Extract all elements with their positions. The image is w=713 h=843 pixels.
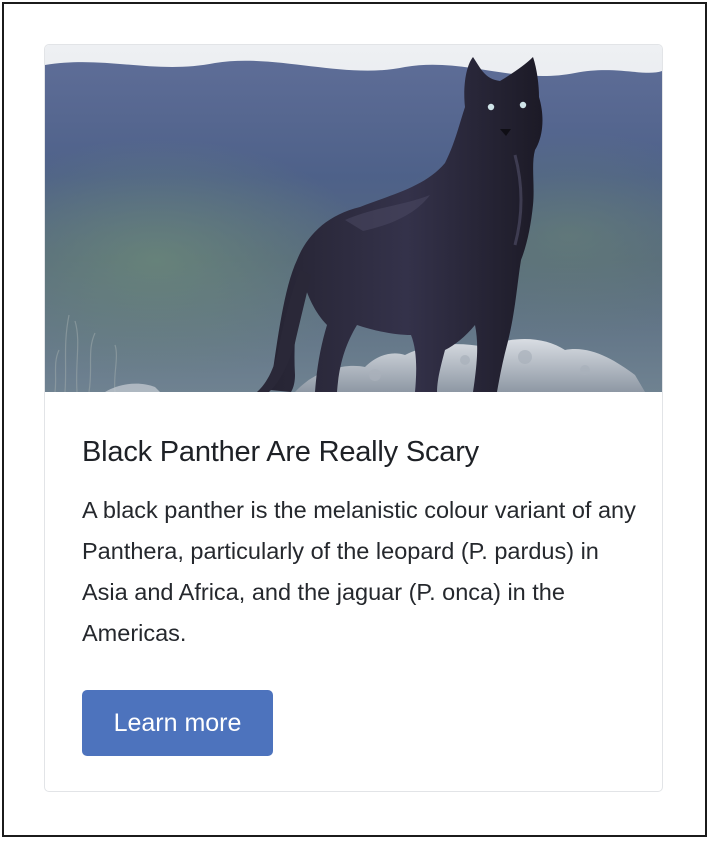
learn-more-button[interactable]: Learn more	[82, 690, 273, 756]
card-image	[45, 45, 662, 392]
card: Black Panther Are Really Scary A black p…	[44, 44, 663, 792]
outer-frame: Black Panther Are Really Scary A black p…	[2, 2, 707, 837]
card-description: A black panther is the melanistic colour…	[82, 497, 636, 646]
card-body: Black Panther Are Really Scary A black p…	[82, 392, 642, 756]
card-title: Black Panther Are Really Scary	[82, 436, 479, 468]
black-panther-photo	[45, 45, 662, 392]
